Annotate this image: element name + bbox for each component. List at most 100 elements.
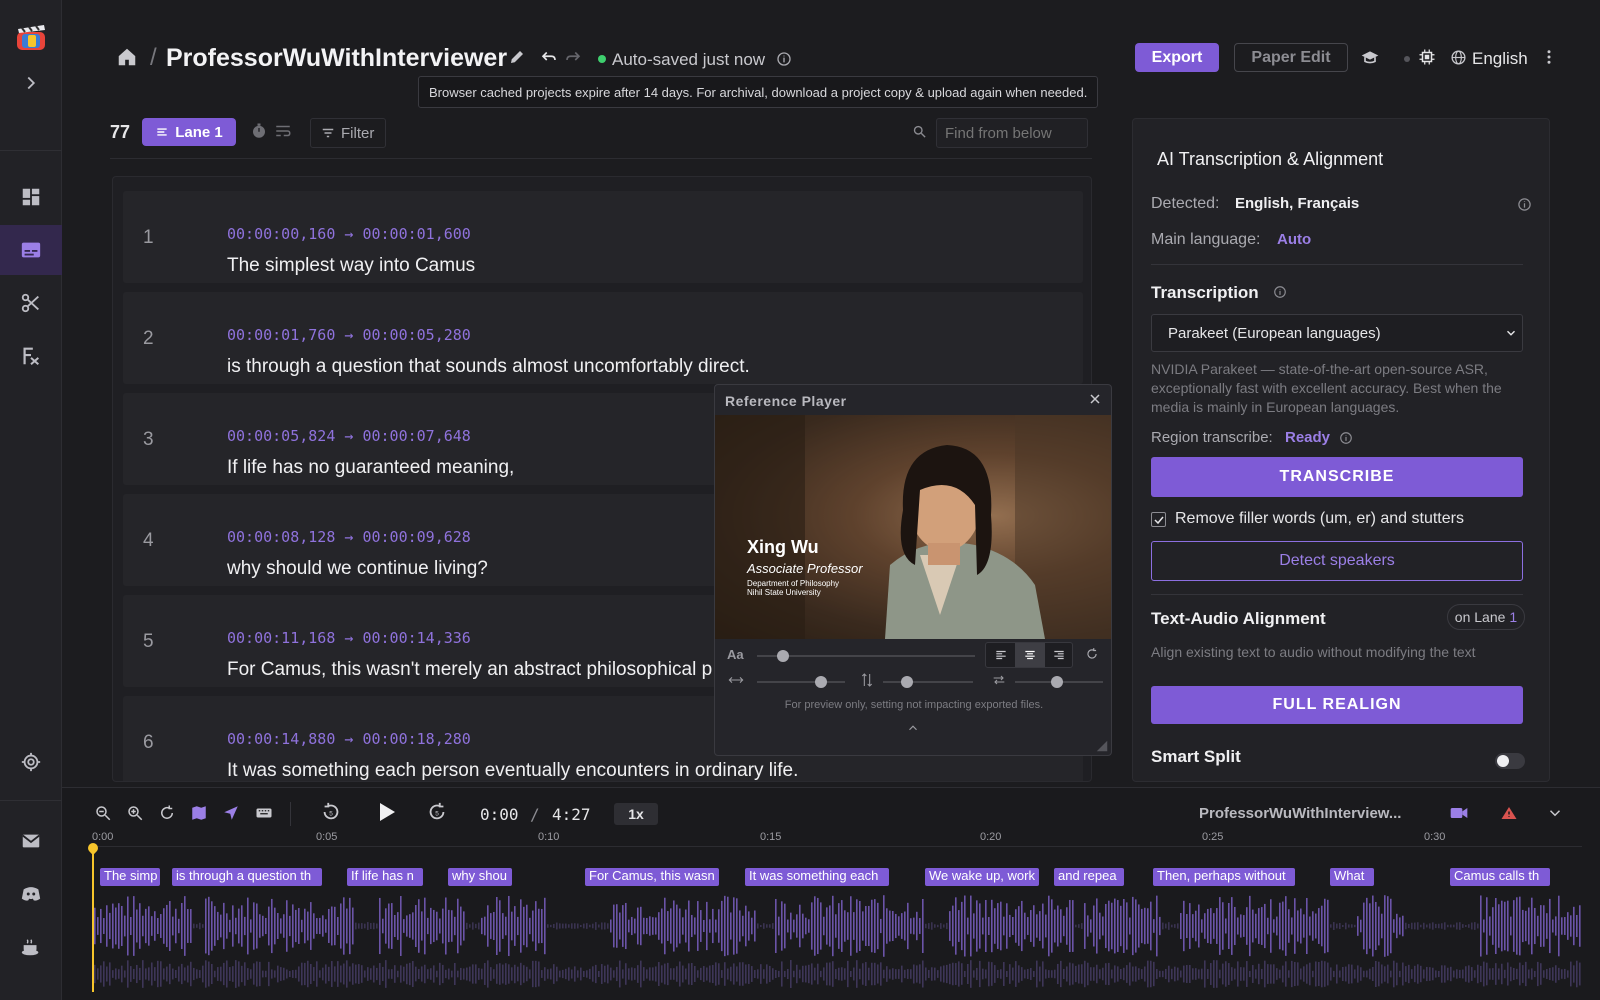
sidebar-item-coffee[interactable] (0, 922, 62, 972)
undo-button[interactable] (540, 48, 558, 71)
expand-sidebar-button[interactable] (0, 58, 62, 108)
region-info-button[interactable] (1339, 431, 1353, 450)
forward-button[interactable]: 5 (426, 801, 448, 823)
font-size-slider-handle[interactable] (777, 650, 789, 662)
keyboard-shortcuts-button[interactable] (254, 804, 272, 822)
segment-text[interactable]: For Camus, this wasn't merely an abstrac… (227, 659, 712, 681)
align-right-button[interactable] (1044, 643, 1074, 667)
language-selector[interactable]: English (1472, 49, 1528, 69)
playhead-handle[interactable] (85, 840, 101, 856)
timer-button[interactable] (250, 122, 268, 145)
detect-speakers-button[interactable]: Detect speakers (1151, 541, 1523, 581)
segment-row[interactable]: 2 00:00:01,760 → 00:00:05,280 is through… (123, 292, 1083, 384)
smart-split-toggle[interactable] (1495, 753, 1525, 769)
vertical-slider-handle[interactable] (901, 676, 913, 688)
filler-words-checkbox[interactable] (1151, 512, 1166, 527)
timeline-clip[interactable]: If life has n (347, 868, 423, 886)
close-player-button[interactable] (1087, 391, 1103, 412)
segment-timecode[interactable]: 00:00:14,880 → 00:00:18,280 (227, 730, 471, 748)
redo-button[interactable] (564, 48, 582, 71)
segment-text[interactable]: is through a question that sounds almost… (227, 356, 750, 378)
transcription-info-button[interactable] (1273, 285, 1287, 304)
lane-selector[interactable]: Lane 1 (142, 118, 236, 146)
waveform-bar (1180, 913, 1182, 939)
timeline-clip[interactable]: Then, perhaps without (1153, 868, 1295, 886)
width-slider-handle[interactable] (1051, 676, 1063, 688)
reset-zoom-button[interactable] (158, 804, 176, 822)
sidebar-item-discord[interactable] (0, 869, 62, 919)
timeline-clip[interactable]: We wake up, work (925, 868, 1039, 886)
waveform-bar (448, 909, 450, 943)
main-language-value[interactable]: Auto (1277, 231, 1311, 248)
video-track-button[interactable] (1448, 803, 1470, 823)
alignment-lane-badge[interactable]: on Lane 1 (1447, 604, 1525, 630)
timeline-clip[interactable]: It was something each (745, 868, 889, 886)
segment-text[interactable]: why should we continue living? (227, 558, 488, 580)
tutorial-button[interactable] (1360, 48, 1380, 73)
reset-style-button[interactable] (1085, 647, 1099, 666)
segment-timecode[interactable]: 00:00:01,760 → 00:00:05,280 (227, 326, 471, 344)
collapse-timeline-button[interactable] (1546, 804, 1564, 822)
minimap-button[interactable] (190, 804, 208, 822)
wrap-button[interactable] (274, 122, 292, 145)
waveform-bar (253, 963, 255, 985)
reference-player[interactable]: Reference Player Xing Wu Associate Profe… (714, 384, 1112, 756)
align-left-button[interactable] (986, 643, 1016, 667)
segment-text[interactable]: The simplest way into Camus (227, 255, 475, 277)
playback-speed[interactable]: 1x (614, 803, 658, 825)
more-menu-button[interactable] (1540, 48, 1558, 71)
autosave-info-button[interactable] (776, 51, 792, 72)
detected-info-button[interactable] (1517, 197, 1532, 217)
alert-button[interactable] (1500, 804, 1518, 822)
waveform-bar (925, 923, 927, 929)
waveform-bar (1114, 898, 1116, 954)
segment-timecode[interactable]: 00:00:11,168 → 00:00:14,336 (227, 629, 471, 647)
segment-timecode[interactable]: 00:00:00,160 → 00:00:01,600 (227, 225, 471, 243)
video-preview[interactable]: Xing Wu Associate Professor Department o… (715, 415, 1111, 639)
timeline-clip[interactable]: and repea (1054, 868, 1124, 886)
paper-edit-button[interactable]: Paper Edit (1234, 43, 1348, 72)
full-realign-button[interactable]: FULL REALIGN (1151, 686, 1523, 724)
zoom-out-button[interactable] (94, 804, 112, 822)
waveform-bar (232, 905, 234, 947)
align-center-button[interactable] (1015, 643, 1045, 667)
waveform-bar (1282, 965, 1284, 983)
sidebar-item-subtitles[interactable] (0, 225, 62, 275)
filter-button[interactable]: Filter (310, 118, 386, 148)
sidebar-item-mail[interactable] (0, 816, 62, 866)
timeline-clip[interactable]: The simp (100, 868, 160, 886)
sidebar-item-dashboard[interactable] (0, 172, 62, 222)
playhead[interactable] (92, 848, 94, 992)
follow-playhead-button[interactable] (222, 804, 240, 822)
segment-timecode[interactable]: 00:00:08,128 → 00:00:09,628 (227, 528, 471, 546)
rename-button[interactable] (508, 48, 526, 71)
rewind-button[interactable]: 5 (320, 801, 342, 823)
waveform-bar (1390, 898, 1392, 954)
sidebar-item-settings[interactable] (0, 737, 62, 787)
export-button[interactable]: Export (1135, 43, 1219, 72)
home-button[interactable] (116, 46, 138, 73)
app-logo[interactable] (0, 12, 62, 62)
timeline-clip[interactable]: What (1330, 868, 1374, 886)
chip-settings-button[interactable] (1418, 48, 1436, 71)
waveform-bar (625, 963, 627, 985)
model-select[interactable]: Parakeet (European languages) (1151, 314, 1523, 352)
find-input[interactable] (936, 118, 1088, 148)
resize-handle[interactable] (1095, 739, 1109, 755)
collapse-controls-button[interactable] (906, 721, 920, 740)
segment-text[interactable]: It was something each person eventually … (227, 760, 798, 781)
timeline-clip[interactable]: Camus calls th (1450, 868, 1550, 886)
timeline-clip[interactable]: For Camus, this wasn (585, 868, 719, 886)
sidebar-item-edit[interactable] (0, 278, 62, 328)
timeline-clip[interactable]: why shou (448, 868, 512, 886)
horizontal-slider-handle[interactable] (815, 676, 827, 688)
segment-text[interactable]: If life has no guaranteed meaning, (227, 457, 514, 479)
segment-row[interactable]: 1 00:00:00,160 → 00:00:01,600 The simple… (123, 191, 1083, 283)
timeline-clip[interactable]: is through a question th (172, 868, 322, 886)
waveform-bar (1219, 969, 1221, 979)
sidebar-item-effects[interactable] (0, 331, 62, 381)
zoom-in-button[interactable] (126, 804, 144, 822)
segment-timecode[interactable]: 00:00:05,824 → 00:00:07,648 (227, 427, 471, 445)
transcribe-button[interactable]: TRANSCRIBE (1151, 457, 1523, 497)
play-button[interactable] (374, 800, 398, 824)
